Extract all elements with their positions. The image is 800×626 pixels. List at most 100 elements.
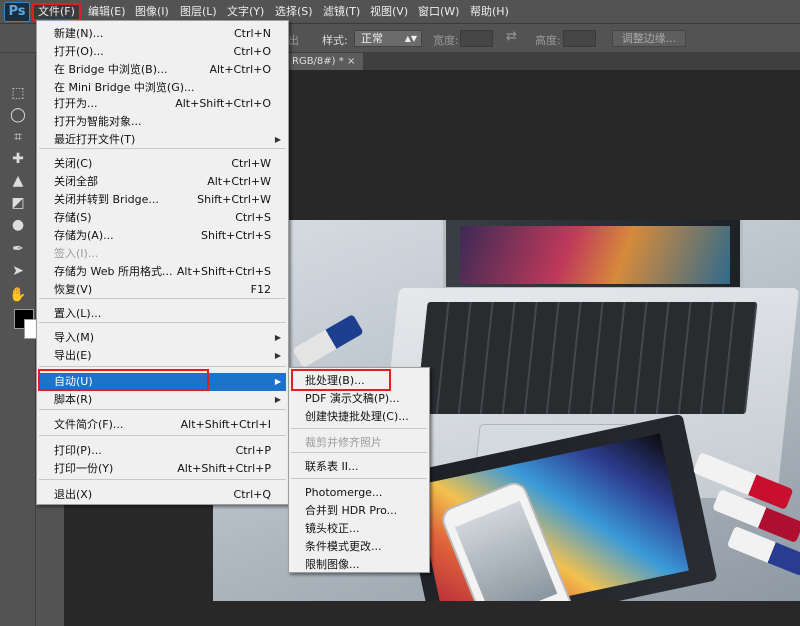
file-menu-item-close-goto-bridge[interactable]: 关闭并转到 Bridge... Shift+Ctrl+W	[39, 191, 286, 209]
menu-item-label: 打印(P)...	[54, 444, 102, 457]
file-menu-item-print-one-copy[interactable]: 打印一份(Y) Alt+Shift+Ctrl+P	[39, 460, 286, 478]
file-menu-item-new[interactable]: 新建(N)... Ctrl+N	[39, 25, 286, 43]
file-menu-item-export[interactable]: 导出(E) ▶	[39, 347, 286, 365]
menu-filter[interactable]: 滤镜(T)	[319, 3, 364, 21]
menu-item-label: 条件模式更改...	[305, 540, 382, 553]
swap-icon[interactable]: ⇄	[506, 29, 517, 44]
automate-highlight-box	[38, 369, 209, 391]
menu-item-label: Photomerge...	[305, 486, 383, 499]
menu-item-shortcut: Alt+Shift+Ctrl+P	[177, 462, 271, 475]
menu-image[interactable]: 图像(I)	[131, 3, 173, 21]
menu-separator	[39, 298, 286, 299]
stamp-icon[interactable]: ▲	[8, 171, 28, 191]
refine-edge-button[interactable]: 调整边缘...	[612, 30, 686, 47]
automate-submenu: 批处理(B)... PDF 演示文稿(P)... 创建快捷批处理(C)... 裁剪并修…	[288, 367, 430, 573]
menu-item-label: 关闭(C)	[54, 157, 93, 170]
menu-item-label: 存储为 Web 所用格式...	[54, 265, 173, 278]
menu-item-shortcut: Shift+Ctrl+S	[201, 229, 271, 242]
automate-item-photomerge[interactable]: Photomerge...	[291, 484, 427, 502]
submenu-arrow-icon: ▶	[274, 333, 281, 342]
menu-separator	[39, 322, 286, 323]
chevron-down-icon: ▲▼	[404, 34, 417, 43]
document-tab[interactable]: RGB/8#) * ×	[284, 53, 364, 70]
menu-item-label: 文件简介(F)...	[54, 418, 124, 431]
menu-item-shortcut: Alt+Shift+Ctrl+S	[176, 265, 271, 278]
marquee-icon[interactable]: ⬚	[8, 83, 28, 103]
laptop-screen	[443, 220, 743, 290]
style-value: 正常	[361, 32, 383, 45]
menu-item-label: 在 Bridge 中浏览(B)...	[54, 63, 168, 76]
file-menu-item-place[interactable]: 置入(L)...	[39, 305, 286, 323]
options-partial-label: 出	[288, 34, 299, 47]
automate-item-conditional-mode-change[interactable]: 条件模式更改...	[291, 538, 427, 556]
height-label: 高度:	[535, 34, 561, 47]
file-menu-item-import[interactable]: 导入(M) ▶	[39, 329, 286, 347]
menu-separator	[39, 435, 286, 436]
file-menu-item-revert[interactable]: 恢复(V) F12	[39, 281, 286, 299]
file-menu-item-browse-bridge[interactable]: 在 Bridge 中浏览(B)... Alt+Ctrl+O	[39, 61, 286, 79]
paint-tube	[292, 313, 364, 369]
menu-window[interactable]: 窗口(W)	[414, 3, 463, 21]
menu-item-shortcut: Alt+Ctrl+O	[209, 63, 271, 76]
file-menu-item-open-as[interactable]: 打开为... Alt+Shift+Ctrl+O	[39, 95, 286, 113]
menu-edit[interactable]: 编辑(E)	[84, 3, 130, 21]
menu-separator	[291, 478, 427, 479]
width-input[interactable]	[460, 30, 493, 47]
file-menu-item-close[interactable]: 关闭(C) Ctrl+W	[39, 155, 286, 173]
menu-item-label: 最近打开文件(T)	[54, 133, 136, 146]
automate-item-contact-sheet[interactable]: 联系表 II...	[291, 458, 427, 476]
automate-item-fit-image[interactable]: 限制图像...	[291, 556, 427, 574]
path-select-icon[interactable]: ➤	[8, 261, 28, 281]
file-menu-item-close-all[interactable]: 关闭全部 Alt+Ctrl+W	[39, 173, 286, 191]
submenu-arrow-icon: ▶	[274, 377, 281, 386]
menu-help[interactable]: 帮助(H)	[466, 3, 513, 21]
file-menu-item-save-as[interactable]: 存储为(A)... Shift+Ctrl+S	[39, 227, 286, 245]
menu-view[interactable]: 视图(V)	[366, 3, 412, 21]
eraser-icon[interactable]: ◩	[8, 193, 28, 213]
menu-type[interactable]: 文字(Y)	[223, 3, 268, 21]
close-icon[interactable]: ×	[347, 56, 355, 67]
menu-layer[interactable]: 图层(L)	[176, 3, 221, 21]
automate-item-lens-correction[interactable]: 镜头校正...	[291, 520, 427, 538]
automate-item-pdf-presentation[interactable]: PDF 演示文稿(P)...	[291, 390, 427, 408]
menu-item-label: 限制图像...	[305, 558, 360, 571]
style-select[interactable]: 正常 ▲▼	[354, 30, 422, 47]
crop-icon[interactable]: ⌗	[8, 127, 28, 147]
automate-item-crop-straighten-photos: 裁剪并修齐照片	[291, 434, 427, 452]
menu-item-label: 镜头校正...	[305, 522, 360, 535]
submenu-arrow-icon: ▶	[274, 135, 281, 144]
file-menu-item-save-for-web[interactable]: 存储为 Web 所用格式... Alt+Shift+Ctrl+S	[39, 263, 286, 281]
menu-item-label: 合并到 HDR Pro...	[305, 504, 398, 517]
healing-icon[interactable]: ✚	[8, 149, 28, 169]
pen-icon[interactable]: ✒	[8, 239, 28, 259]
menu-item-shortcut: Shift+Ctrl+W	[197, 193, 271, 206]
menu-select[interactable]: 选择(S)	[271, 3, 317, 21]
menu-item-label: 联系表 II...	[305, 460, 359, 473]
automate-item-merge-to-hdr[interactable]: 合并到 HDR Pro...	[291, 502, 427, 520]
file-menu-item-print[interactable]: 打印(P)... Ctrl+P	[39, 442, 286, 460]
automate-item-create-droplet[interactable]: 创建快捷批处理(C)...	[291, 408, 427, 426]
menu-item-label: 打开为...	[54, 97, 98, 110]
menu-item-shortcut: Ctrl+Q	[233, 488, 271, 501]
file-menu-item-save[interactable]: 存储(S) Ctrl+S	[39, 209, 286, 227]
height-input[interactable]	[563, 30, 596, 47]
hand-icon[interactable]: ✋	[8, 285, 28, 305]
file-menu-item-exit[interactable]: 退出(X) Ctrl+Q	[39, 486, 286, 504]
file-menu-item-open-recent[interactable]: 最近打开文件(T) ▶	[39, 131, 286, 149]
blur-icon[interactable]: ●	[8, 215, 28, 235]
batch-highlight-box	[291, 369, 391, 391]
file-menu-item-file-info[interactable]: 文件简介(F)... Alt+Shift+Ctrl+I	[39, 416, 286, 434]
lasso-icon[interactable]: ◯	[8, 105, 28, 125]
menu-file[interactable]: 文件(F)	[32, 3, 81, 21]
menu-item-label: 存储(S)	[54, 211, 92, 224]
menu-item-label: 裁剪并修齐照片	[305, 436, 382, 449]
menu-item-shortcut: Ctrl+O	[233, 45, 271, 58]
file-menu-item-open-as-smart-object[interactable]: 打开为智能对象...	[39, 113, 286, 131]
file-menu-item-scripts[interactable]: 脚本(R) ▶	[39, 391, 286, 409]
file-menu-item-open[interactable]: 打开(O)... Ctrl+O	[39, 43, 286, 61]
file-menu-item-check-in: 签入(I)...	[39, 245, 286, 263]
menu-item-label: 打印一份(Y)	[54, 462, 114, 475]
style-label: 样式:	[322, 34, 348, 47]
menu-separator	[39, 409, 286, 410]
document-tab-title: RGB/8#) *	[292, 56, 344, 67]
